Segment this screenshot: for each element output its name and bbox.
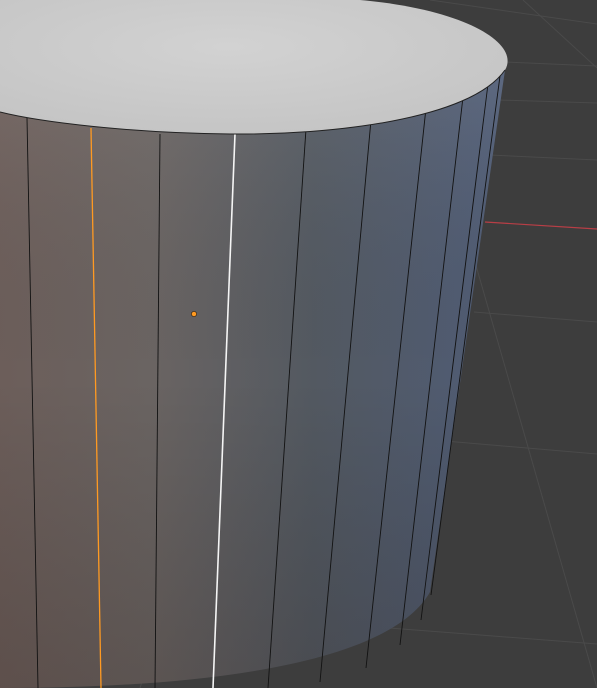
x-axis-line [484,221,597,230]
3d-viewport[interactable] [0,0,597,688]
viewport-canvas[interactable] [0,0,597,688]
face-center-dot[interactable] [191,311,197,317]
